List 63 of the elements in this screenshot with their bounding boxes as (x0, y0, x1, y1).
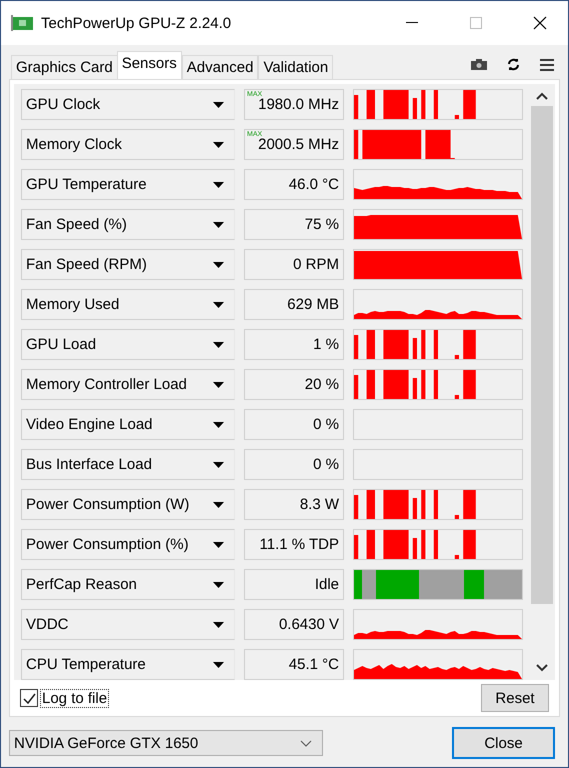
caret-icon (213, 462, 224, 468)
tab[interactable]: Validation (258, 55, 334, 79)
tab[interactable]: Sensors (116, 51, 182, 79)
minimize-icon[interactable] (406, 22, 418, 24)
caret-icon (213, 422, 224, 428)
tab[interactable]: Graphics Card (11, 55, 118, 79)
sensor-dropdown[interactable]: Bus Interface Load (21, 449, 235, 480)
sensor-dropdown[interactable]: Fan Speed (%) (21, 209, 235, 240)
sensor-dropdown[interactable]: Memory Clock (21, 129, 235, 160)
sensor-dropdown[interactable]: Memory Used (21, 289, 235, 320)
caret-icon (213, 542, 224, 548)
caret-icon (213, 502, 224, 508)
caret-icon (213, 662, 224, 668)
caret-icon (213, 222, 224, 228)
close-button[interactable]: Close (452, 727, 555, 759)
scroll-up-icon[interactable] (536, 92, 548, 100)
refresh-icon[interactable] (507, 58, 520, 71)
sensor-dropdown[interactable]: Fan Speed (RPM) (21, 249, 235, 280)
sensor-value: 0 % (244, 409, 344, 440)
sensor-value: 0.6430 V (244, 609, 344, 640)
graphics-card-icon (11, 15, 33, 31)
sensor-dropdown[interactable]: PerfCap Reason (21, 569, 235, 600)
caret-icon (213, 582, 224, 588)
caret-icon (213, 262, 224, 268)
sensor-dropdown[interactable]: VDDC (21, 609, 235, 640)
sensor-dropdown[interactable]: CPU Temperature (21, 649, 235, 680)
scroll-down-icon[interactable] (536, 664, 548, 672)
menu-icon[interactable] (540, 58, 554, 70)
log-label[interactable]: Log to file (40, 688, 110, 708)
caret-icon (213, 102, 224, 108)
camera-icon[interactable] (471, 59, 487, 70)
sensor-value: 11.1 % TDP (244, 529, 344, 560)
chevron-icon (300, 740, 312, 746)
reset-button[interactable]: Reset (481, 684, 549, 712)
sensor-dropdown[interactable]: Memory Controller Load (21, 369, 235, 400)
sensor-value: 75 % (244, 209, 344, 240)
sensor-dropdown[interactable]: Power Consumption (W) (21, 489, 235, 520)
window-title: TechPowerUp GPU-Z 2.24.0 (41, 14, 232, 32)
caret-icon (213, 622, 224, 628)
caret-icon (213, 302, 224, 308)
sensor-dropdown[interactable]: Power Consumption (%) (21, 529, 235, 560)
log-checkbox[interactable] (20, 689, 38, 707)
sensor-value: 45.1 °C (244, 649, 344, 680)
sensor-value: 0 RPM (244, 249, 344, 280)
sensor-value: 629 MB (244, 289, 344, 320)
caret-icon (213, 342, 224, 348)
caret-icon (213, 382, 224, 388)
close-icon[interactable] (533, 16, 547, 30)
sensor-value: 0 % (244, 449, 344, 480)
sensor-dropdown[interactable]: GPU Clock (21, 89, 235, 120)
scrollbar-thumb[interactable] (531, 106, 553, 604)
sensor-value: 46.0 °C (244, 169, 344, 200)
sensor-dropdown[interactable]: Video Engine Load (21, 409, 235, 440)
sensor-value: 8.3 W (244, 489, 344, 520)
sensor-dropdown[interactable]: GPU Temperature (21, 169, 235, 200)
caret-icon (213, 142, 224, 148)
sensor-value: 20 % (244, 369, 344, 400)
device-select[interactable]: NVIDIA GeForce GTX 1650 (9, 730, 323, 756)
sensor-value: 1 % (244, 329, 344, 360)
caret-icon (213, 182, 224, 188)
tab[interactable]: Advanced (182, 55, 258, 79)
sensor-value: Idle (244, 569, 344, 600)
sensor-dropdown[interactable]: GPU Load (21, 329, 235, 360)
